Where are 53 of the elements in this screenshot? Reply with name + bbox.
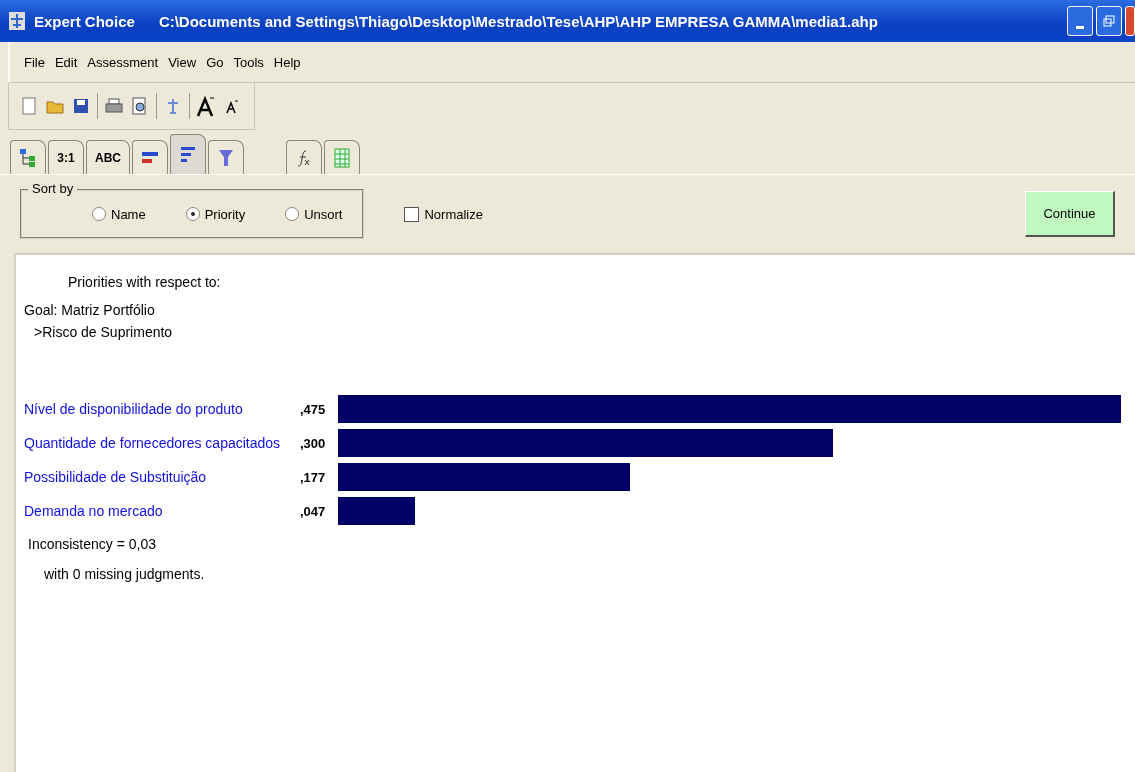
criterion-name: Possibilidade de Substituição xyxy=(24,469,208,485)
sort-radio[interactable]: Unsort xyxy=(285,199,343,229)
menu-item[interactable]: File xyxy=(24,54,45,70)
grid-icon xyxy=(334,147,350,168)
minimize-button[interactable] xyxy=(1067,6,1093,36)
view-tab[interactable] xyxy=(286,140,322,174)
report-heading: Priorities with respect to: xyxy=(67,273,222,292)
criterion-name: Nível de disponibilidade do produto xyxy=(24,401,244,417)
radio-icon[interactable] xyxy=(285,207,300,221)
menu-item[interactable]: Tools xyxy=(233,54,264,70)
view-tab[interactable] xyxy=(170,134,206,174)
app-icon xyxy=(8,11,26,31)
view-tab[interactable]: ABC xyxy=(86,140,130,174)
menu-item[interactable]: Help xyxy=(273,54,301,70)
font-increase-icon[interactable] xyxy=(196,94,216,118)
group-title: Sort by xyxy=(28,181,78,196)
priority-value: ,177 xyxy=(300,469,327,485)
priority-value: ,047 xyxy=(300,503,327,519)
menu-item[interactable]: Edit xyxy=(54,54,78,70)
checkbox-icon[interactable] xyxy=(404,206,420,222)
menu-item[interactable]: View xyxy=(168,54,197,70)
bar-list-icon xyxy=(180,145,196,164)
restore-icon xyxy=(1103,15,1115,27)
node-label: >Risco de Suprimento xyxy=(33,323,174,342)
formula-icon xyxy=(296,148,312,167)
tree-icon xyxy=(19,147,37,168)
criterion-name: Demanda no mercado xyxy=(24,503,164,519)
goal-label: Goal: Matriz Portfólio xyxy=(24,301,156,320)
priority-value: ,300 xyxy=(300,435,327,451)
sort-radio[interactable]: Name xyxy=(92,199,146,229)
minimize-icon xyxy=(1076,25,1084,29)
funnel-icon xyxy=(218,147,234,168)
file-path: C:\Documents and Settings\Thiago\Desktop\Mestrado\Tese\AHP\AHP EMPRESA GAMMA\media1.ahp xyxy=(158,12,878,30)
priority-value: ,475 xyxy=(300,401,327,417)
close-button[interactable] xyxy=(1125,6,1135,36)
criterion-name: Quantidade de fornecedores capacitados xyxy=(24,435,282,451)
menu-item[interactable]: Assessment xyxy=(87,54,159,70)
app-name: Expert Choice xyxy=(34,12,135,30)
view-tab[interactable] xyxy=(10,140,46,174)
missing-judgments-text: with 0 missing judgments. xyxy=(43,565,206,584)
radio-icon[interactable] xyxy=(185,207,200,221)
sort-radio[interactable]: Priority xyxy=(185,199,246,229)
continue-button[interactable]: Continue xyxy=(1025,191,1115,237)
radio-icon[interactable] xyxy=(92,207,106,221)
view-tab[interactable] xyxy=(324,140,360,174)
bar-graph-icon xyxy=(141,149,159,166)
view-tab[interactable]: 3:1 xyxy=(48,140,84,174)
normalize-checkbox[interactable]: Normalize xyxy=(404,206,483,222)
view-tab[interactable] xyxy=(208,140,244,174)
view-tab[interactable] xyxy=(132,140,168,174)
menu-item[interactable]: Go xyxy=(206,54,224,70)
restore-button[interactable] xyxy=(1096,6,1122,36)
inconsistency-text: Inconsistency = 0,03 xyxy=(27,535,158,554)
